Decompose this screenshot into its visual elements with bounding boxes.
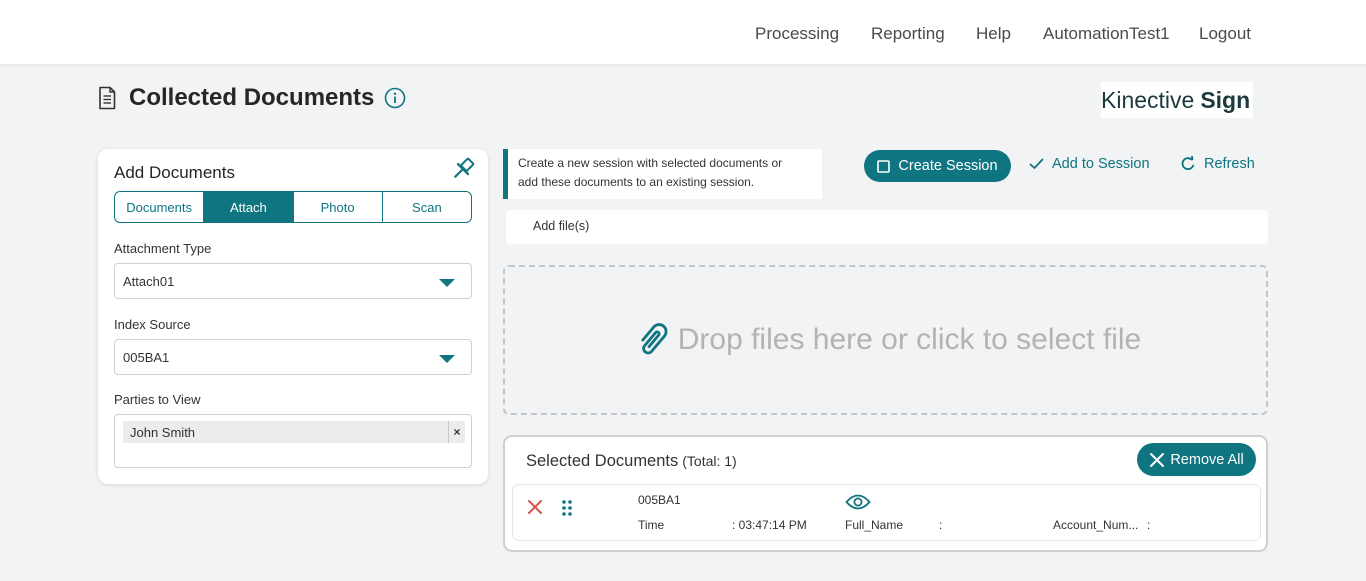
square-icon [877,159,891,173]
chevron-down-icon [439,279,455,287]
nav-help[interactable]: Help [976,24,1011,44]
add-documents-panel: Add Documents Documents Attach Photo Sca… [98,149,488,484]
full-name-label: Full_Name [845,518,904,532]
nav-processing[interactable]: Processing [755,24,839,44]
session-hint: Create a new session with selected docum… [503,149,822,199]
index-source-value: 005BA1 [123,349,170,365]
attachment-type-label: Attachment Type [114,241,212,256]
tab-documents[interactable]: Documents [115,192,203,222]
checkmark-icon [1029,158,1044,170]
nav-logout[interactable]: Logout [1199,24,1251,44]
brand-name-light: Kinective [1101,86,1195,113]
create-session-button[interactable]: Create Session [864,150,1011,182]
page-header: Collected Documents [97,84,406,112]
refresh-button[interactable]: Refresh [1180,156,1255,172]
drag-handle-icon[interactable] [561,499,573,517]
source-tabs: Documents Attach Photo Scan [114,191,472,223]
remove-document-icon[interactable] [527,499,543,515]
brand-logo: Kinective Sign [1101,82,1253,118]
create-session-label: Create Session [898,158,998,174]
refresh-label: Refresh [1204,156,1255,172]
attachment-type-value: Attach01 [123,273,175,289]
add-to-session-button[interactable]: Add to Session [1029,156,1150,172]
parties-to-view-label: Parties to View [114,392,201,407]
file-dropzone[interactable]: Drop files here or click to select file [503,265,1268,415]
dropzone-text: Drop files here or click to select file [677,323,1142,356]
account-number-label: Account_Num... [1053,518,1139,532]
pin-icon[interactable] [449,155,477,183]
selected-documents-total: (Total: 1) [682,453,737,469]
tab-attach[interactable]: Attach [203,192,293,222]
paperclip-icon [630,318,674,362]
selected-documents-heading: Selected Documents [526,452,679,470]
parties-to-view-multiselect[interactable]: John Smith × [114,414,472,468]
tab-scan[interactable]: Scan [381,192,471,222]
full-name-value: : [939,518,943,532]
nav-user-account[interactable]: AutomationTest1 [1043,24,1170,44]
tab-photo[interactable]: Photo [292,192,382,222]
selected-documents-title: Selected Documents (Total: 1) [526,452,737,471]
time-value: : 03:47:14 PM [732,518,807,532]
attachment-type-select[interactable]: Attach01 [114,263,472,299]
brand-name-bold: Sign [1200,86,1251,113]
session-hint-line-1: Create a new session with selected docum… [518,156,783,170]
party-chip-label: John Smith [130,424,196,440]
add-files-button[interactable]: Add file(s) [506,210,1268,244]
time-label: Time [638,518,665,532]
panel-title: Add Documents [114,163,235,182]
document-icon [97,86,117,110]
remove-all-button[interactable]: Remove All [1137,443,1256,476]
refresh-icon [1180,156,1196,172]
eye-icon[interactable] [845,493,871,511]
chevron-down-icon [439,355,455,363]
index-source-label: Index Source [114,317,191,332]
remove-all-label: Remove All [1170,451,1244,468]
nav-reporting[interactable]: Reporting [871,24,945,44]
add-to-session-label: Add to Session [1052,156,1150,172]
selected-documents-panel: Selected Documents (Total: 1) Remove All … [503,435,1268,552]
selected-document-row: 005BA1 Time : 03:47:14 PM Full_Name : Ac… [512,484,1261,541]
close-icon [1149,452,1165,468]
chip-remove-button[interactable]: × [448,421,465,443]
top-navigation-bar: Processing Reporting Help AutomationTest… [0,0,1366,64]
account-number-value: : [1147,518,1151,532]
document-name: 005BA1 [638,493,681,507]
party-chip: John Smith × [123,421,465,443]
index-source-select[interactable]: 005BA1 [114,339,472,375]
session-hint-line-2: add these documents to an existing sessi… [518,175,755,189]
page-title: Collected Documents [129,84,375,111]
info-icon[interactable] [384,87,406,109]
